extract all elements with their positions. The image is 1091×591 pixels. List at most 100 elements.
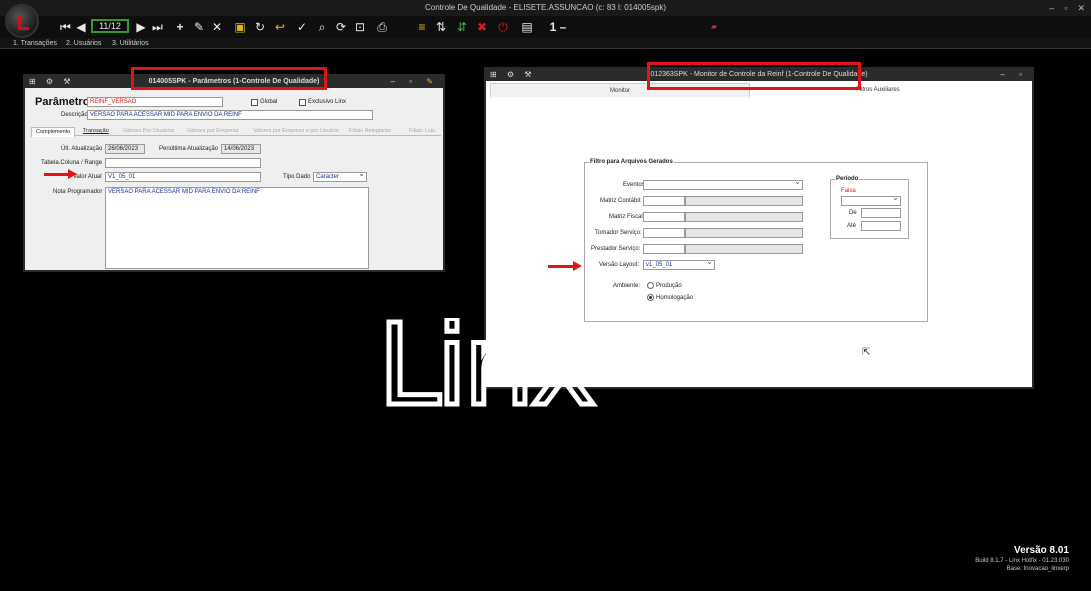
- descricao-label: Descrição: [61, 112, 88, 118]
- record-pager[interactable]: 11/12: [91, 19, 129, 33]
- linx-logo: Linx: [378, 318, 598, 410]
- params-window-buttons[interactable]: – ▫ ✎: [391, 76, 439, 88]
- prestador-desc: [685, 244, 803, 254]
- search-icon[interactable]: ⌕: [316, 18, 328, 36]
- nota-programador-label: Nota Programador: [53, 189, 103, 195]
- app-logo-icon[interactable]: [5, 4, 39, 38]
- clear-icon[interactable]: ✓: [296, 18, 308, 36]
- filtro-group: Filtro para Arquivos Gerados Eventos: Ma…: [584, 159, 928, 322]
- matriz-fiscal-desc: [685, 212, 803, 222]
- params-window: ⊞ ⚙ ⚒ 014005SPK - Parâmetros (1-Controle…: [23, 74, 445, 272]
- tab-valores-usuarios[interactable]: Valores Por Usuários: [123, 127, 175, 136]
- edit-icon[interactable]: ✎: [194, 18, 204, 36]
- menu-usuarios[interactable]: 2. Usuários: [66, 38, 101, 49]
- add-icon[interactable]: +: [174, 18, 186, 36]
- undo-icon[interactable]: ↩: [274, 18, 286, 36]
- close-red-icon[interactable]: ✖: [476, 18, 488, 36]
- last-icon[interactable]: ⏭: [152, 18, 163, 36]
- close-button[interactable]: ✕: [1077, 0, 1085, 16]
- power-icon[interactable]: ⏻: [497, 18, 509, 36]
- export-icon[interactable]: ⇵: [456, 18, 468, 36]
- zoom-icon[interactable]: ⊡: [354, 18, 366, 36]
- delete-icon[interactable]: ✕: [212, 18, 222, 36]
- linx-logo-text: Linx: [378, 318, 594, 410]
- valor-atual-field[interactable]: V1_05_01: [105, 172, 261, 182]
- matriz-fiscal-label: Matriz Fiscal:: [609, 214, 645, 220]
- transfer-icon[interactable]: ⇅: [435, 18, 447, 36]
- mouse-cursor-icon: ⇱: [862, 347, 871, 358]
- periodo-group: Período Faixa De Até: [830, 176, 909, 239]
- display-icon[interactable]: ▤: [520, 18, 534, 36]
- monitor-window-buttons[interactable]: – ▫: [1000, 69, 1028, 81]
- refresh-icon[interactable]: ↻: [254, 18, 266, 36]
- de-field[interactable]: [861, 208, 901, 218]
- tab-valores-empresa-usuario[interactable]: Valores por Empresa e por Usuário: [253, 127, 339, 136]
- ambiente-label: Ambiente:: [613, 283, 641, 289]
- window-menu-icons[interactable]: ⊞ ⚙ ⚒: [29, 76, 75, 88]
- prestador-code[interactable]: [643, 244, 685, 254]
- tab-valores-empresa[interactable]: Valores por Empresa: [187, 127, 238, 136]
- de-label: De: [849, 210, 857, 216]
- ate-label: Até: [847, 223, 857, 229]
- window-controls: – ▫ ✕: [1049, 0, 1085, 16]
- descricao-field[interactable]: VERSÃO PARA ACESSAR MID PARA ENVIO DA RE…: [87, 110, 373, 120]
- nota-programador-textarea[interactable]: VERSÃO PARA ACESSAR MID PARA ENVIO DA RE…: [105, 187, 369, 269]
- prev-icon[interactable]: ◀: [76, 18, 86, 36]
- global-checkbox[interactable]: [251, 99, 258, 106]
- producao-label: Produção: [656, 283, 682, 289]
- version-info: Versão 8.01 Build 8.1.7 - Linx Hotfix - …: [975, 545, 1069, 572]
- print-icon[interactable]: ⎙: [376, 18, 388, 36]
- tomador-desc: [685, 228, 803, 238]
- restore-button[interactable]: ▫: [1064, 0, 1067, 16]
- version-number: Versão 8.01: [1013, 545, 1069, 556]
- exclusivo-linx-label: Exclusivo Linx: [308, 99, 347, 105]
- desktop: Controle De Qualidade - ELISETE.ASSUNCAO…: [0, 0, 1091, 591]
- menu-utilitarios[interactable]: 3. Utilitários: [112, 38, 149, 49]
- app-title: Controle De Qualidade - ELISETE.ASSUNCAO…: [425, 3, 666, 12]
- menu-transacoes[interactable]: 1. Transações: [13, 38, 57, 49]
- tipo-dado-select[interactable]: Caracter: [313, 172, 367, 182]
- homologacao-radio[interactable]: [647, 294, 654, 301]
- matriz-contabil-code[interactable]: [643, 196, 685, 206]
- matriz-contabil-label: Matriz Contábil:: [600, 198, 642, 204]
- tabela-coluna-field[interactable]: [105, 158, 261, 168]
- build-info: Build 8.1.7 - Linx Hotfix - 01.23.030: [975, 558, 1069, 564]
- menu-bar: 1. Transações 2. Usuários 3. Utilitários: [0, 38, 1091, 49]
- reload-icon[interactable]: ⟳: [335, 18, 347, 36]
- penultima-field: 14/06/2023: [221, 144, 261, 154]
- save-icon[interactable]: ▣: [234, 18, 246, 36]
- main-toolbar: ⏮ ◀ ▶ ⏭ + ✎ ✕ ▣ ↻ ↩ ✓ ⌕ ⟳ ⊡ ⎙ ≡ ⇅ ⇵ ✖ ⏻ …: [0, 16, 1091, 38]
- versao-layout-label: Versão Layout:: [599, 262, 640, 268]
- linx-badge-icon: ▰: [710, 22, 718, 31]
- params-title-highlight: [131, 67, 327, 90]
- producao-radio[interactable]: [647, 282, 654, 289]
- matriz-fiscal-code[interactable]: [643, 212, 685, 222]
- tomador-code[interactable]: [643, 228, 685, 238]
- versao-layout-select[interactable]: v1_05_01: [643, 260, 715, 270]
- exclusivo-linx-checkbox[interactable]: [299, 99, 306, 106]
- tab-complemento[interactable]: Complemento: [31, 127, 76, 137]
- report-icon[interactable]: ≡: [416, 18, 428, 36]
- tab-transacao[interactable]: Transação: [83, 127, 109, 136]
- global-label: Global: [260, 99, 278, 105]
- penultima-label: Penúltima Atualização: [159, 146, 219, 152]
- tab-filiais-relegiante[interactable]: Filiais Relegiante: [349, 127, 391, 136]
- periodo-title: Período: [835, 176, 860, 182]
- next-icon[interactable]: ▶: [136, 18, 146, 36]
- faixa-label: Faixa: [841, 188, 856, 194]
- base-info: Base: Inovacao_linxerp: [1006, 566, 1069, 572]
- tab-filiais-loja[interactable]: Filiais Loja: [409, 127, 435, 136]
- eventos-select[interactable]: [643, 180, 803, 190]
- param-name-field[interactable]: REINF_VERSAO: [87, 97, 223, 107]
- window-menu-icons[interactable]: ⊞ ⚙ ⚒: [490, 69, 536, 81]
- tab-filtros-auxiliares[interactable]: Filtros Auxiliares: [856, 87, 900, 93]
- homologacao-label: Homologação: [656, 295, 694, 301]
- ate-field[interactable]: [861, 221, 901, 231]
- valor-atual-label: Valor Atual: [73, 174, 102, 180]
- minimize-button[interactable]: –: [1049, 0, 1054, 16]
- ult-atualizacao-label: Últ. Atualização: [61, 146, 103, 152]
- valor-atual-arrow: [44, 169, 77, 179]
- monitor-title-highlight: [647, 62, 861, 90]
- first-icon[interactable]: ⏮: [60, 18, 71, 36]
- faixa-select[interactable]: [841, 196, 901, 206]
